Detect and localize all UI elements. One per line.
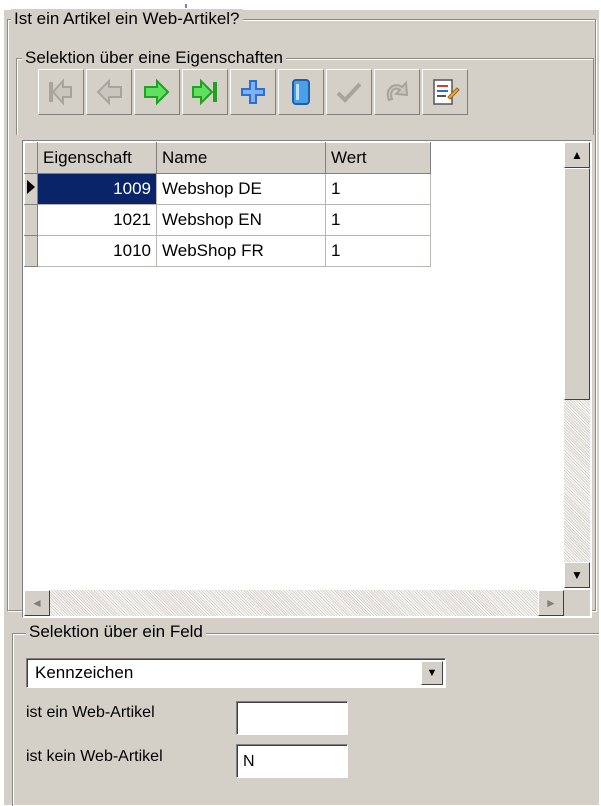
arrow-down-icon: ▼: [571, 568, 583, 582]
delete-record-button[interactable]: [278, 69, 324, 115]
navigator-toolbar: [38, 69, 470, 119]
current-row-indicator: [24, 173, 38, 205]
scroll-right-button[interactable]: ►: [538, 590, 564, 616]
is-not-web-article-input[interactable]: N: [236, 744, 348, 778]
cancel-edit-button[interactable]: [374, 69, 420, 115]
is-not-web-article-label: ist kein Web-Artikel: [26, 748, 163, 765]
properties-grid[interactable]: Eigenschaft Name Wert 1009 Webshop DE 1 …: [22, 140, 592, 618]
insert-record-button[interactable]: [230, 69, 276, 115]
next-record-button[interactable]: [134, 69, 180, 115]
current-row-arrow-icon: [27, 179, 35, 194]
last-icon: [192, 78, 217, 106]
cell-name[interactable]: WebShop FR: [156, 235, 326, 267]
post-record-button[interactable]: [326, 69, 372, 115]
cell-name[interactable]: Webshop EN: [156, 204, 326, 236]
scroll-down-button[interactable]: ▼: [564, 562, 590, 588]
arrow-left-icon: ◄: [31, 596, 43, 610]
field-group-title: Selektion über ein Feld: [26, 622, 206, 642]
row-indicator: [24, 204, 38, 236]
is-web-article-label: ist ein Web-Artikel: [26, 704, 155, 721]
table-row[interactable]: 1010 WebShop FR 1: [24, 235, 431, 267]
column-header-name[interactable]: Name: [156, 142, 326, 174]
scrollbar-corner: [564, 590, 590, 616]
properties-table: Eigenschaft Name Wert 1009 Webshop DE 1 …: [24, 142, 431, 267]
table-row[interactable]: 1021 Webshop EN 1: [24, 204, 431, 236]
row-indicator-header: [24, 142, 38, 174]
arrow-right-icon: ►: [545, 596, 557, 610]
scroll-left-button[interactable]: ◄: [24, 590, 50, 616]
cell-wert[interactable]: 1: [325, 235, 431, 267]
vertical-scrollbar[interactable]: ▲ ▼: [564, 142, 590, 588]
edit-properties-button[interactable]: [422, 69, 468, 115]
check-icon: [336, 82, 362, 103]
property-group-title: Selektion über eine Eigenschaften: [22, 48, 287, 68]
column-header-eigenschaft[interactable]: Eigenschaft: [37, 142, 157, 174]
cell-eigenschaft[interactable]: 1010: [37, 235, 157, 267]
delete-icon: [292, 79, 310, 105]
cell-eigenschaft[interactable]: 1021: [37, 204, 157, 236]
horizontal-scrollbar[interactable]: ◄ ►: [24, 590, 564, 616]
first-icon: [49, 78, 72, 106]
grid-header-row: Eigenschaft Name Wert: [24, 142, 431, 174]
cell-wert[interactable]: 1: [325, 173, 431, 205]
field-select[interactable]: Kennzeichen ▼: [26, 658, 446, 688]
plus-icon: [241, 80, 265, 104]
properties-icon: [433, 79, 460, 105]
top-tick-mark: [185, 4, 187, 8]
cell-name[interactable]: Webshop DE: [156, 173, 326, 205]
vertical-scroll-thumb[interactable]: [564, 168, 590, 400]
is-web-article-input[interactable]: [236, 701, 348, 735]
prior-record-button[interactable]: [86, 69, 132, 115]
prior-icon: [96, 78, 122, 106]
chevron-down-icon: ▼: [426, 667, 438, 679]
field-select-value: Kennzeichen: [35, 663, 134, 682]
web-article-group-title: Ist ein Artikel ein Web-Artikel?: [11, 9, 243, 29]
arrow-up-icon: ▲: [571, 148, 583, 162]
scroll-up-button[interactable]: ▲: [564, 142, 590, 168]
column-header-wert[interactable]: Wert: [325, 142, 431, 174]
cell-eigenschaft[interactable]: 1009: [37, 173, 157, 205]
next-icon: [144, 78, 170, 106]
cell-wert[interactable]: 1: [325, 204, 431, 236]
last-record-button[interactable]: [182, 69, 228, 115]
undo-icon: [386, 80, 409, 102]
first-record-button[interactable]: [38, 69, 84, 115]
table-row[interactable]: 1009 Webshop DE 1: [24, 173, 431, 205]
row-indicator: [24, 235, 38, 267]
field-select-dropdown-button[interactable]: ▼: [421, 661, 443, 685]
